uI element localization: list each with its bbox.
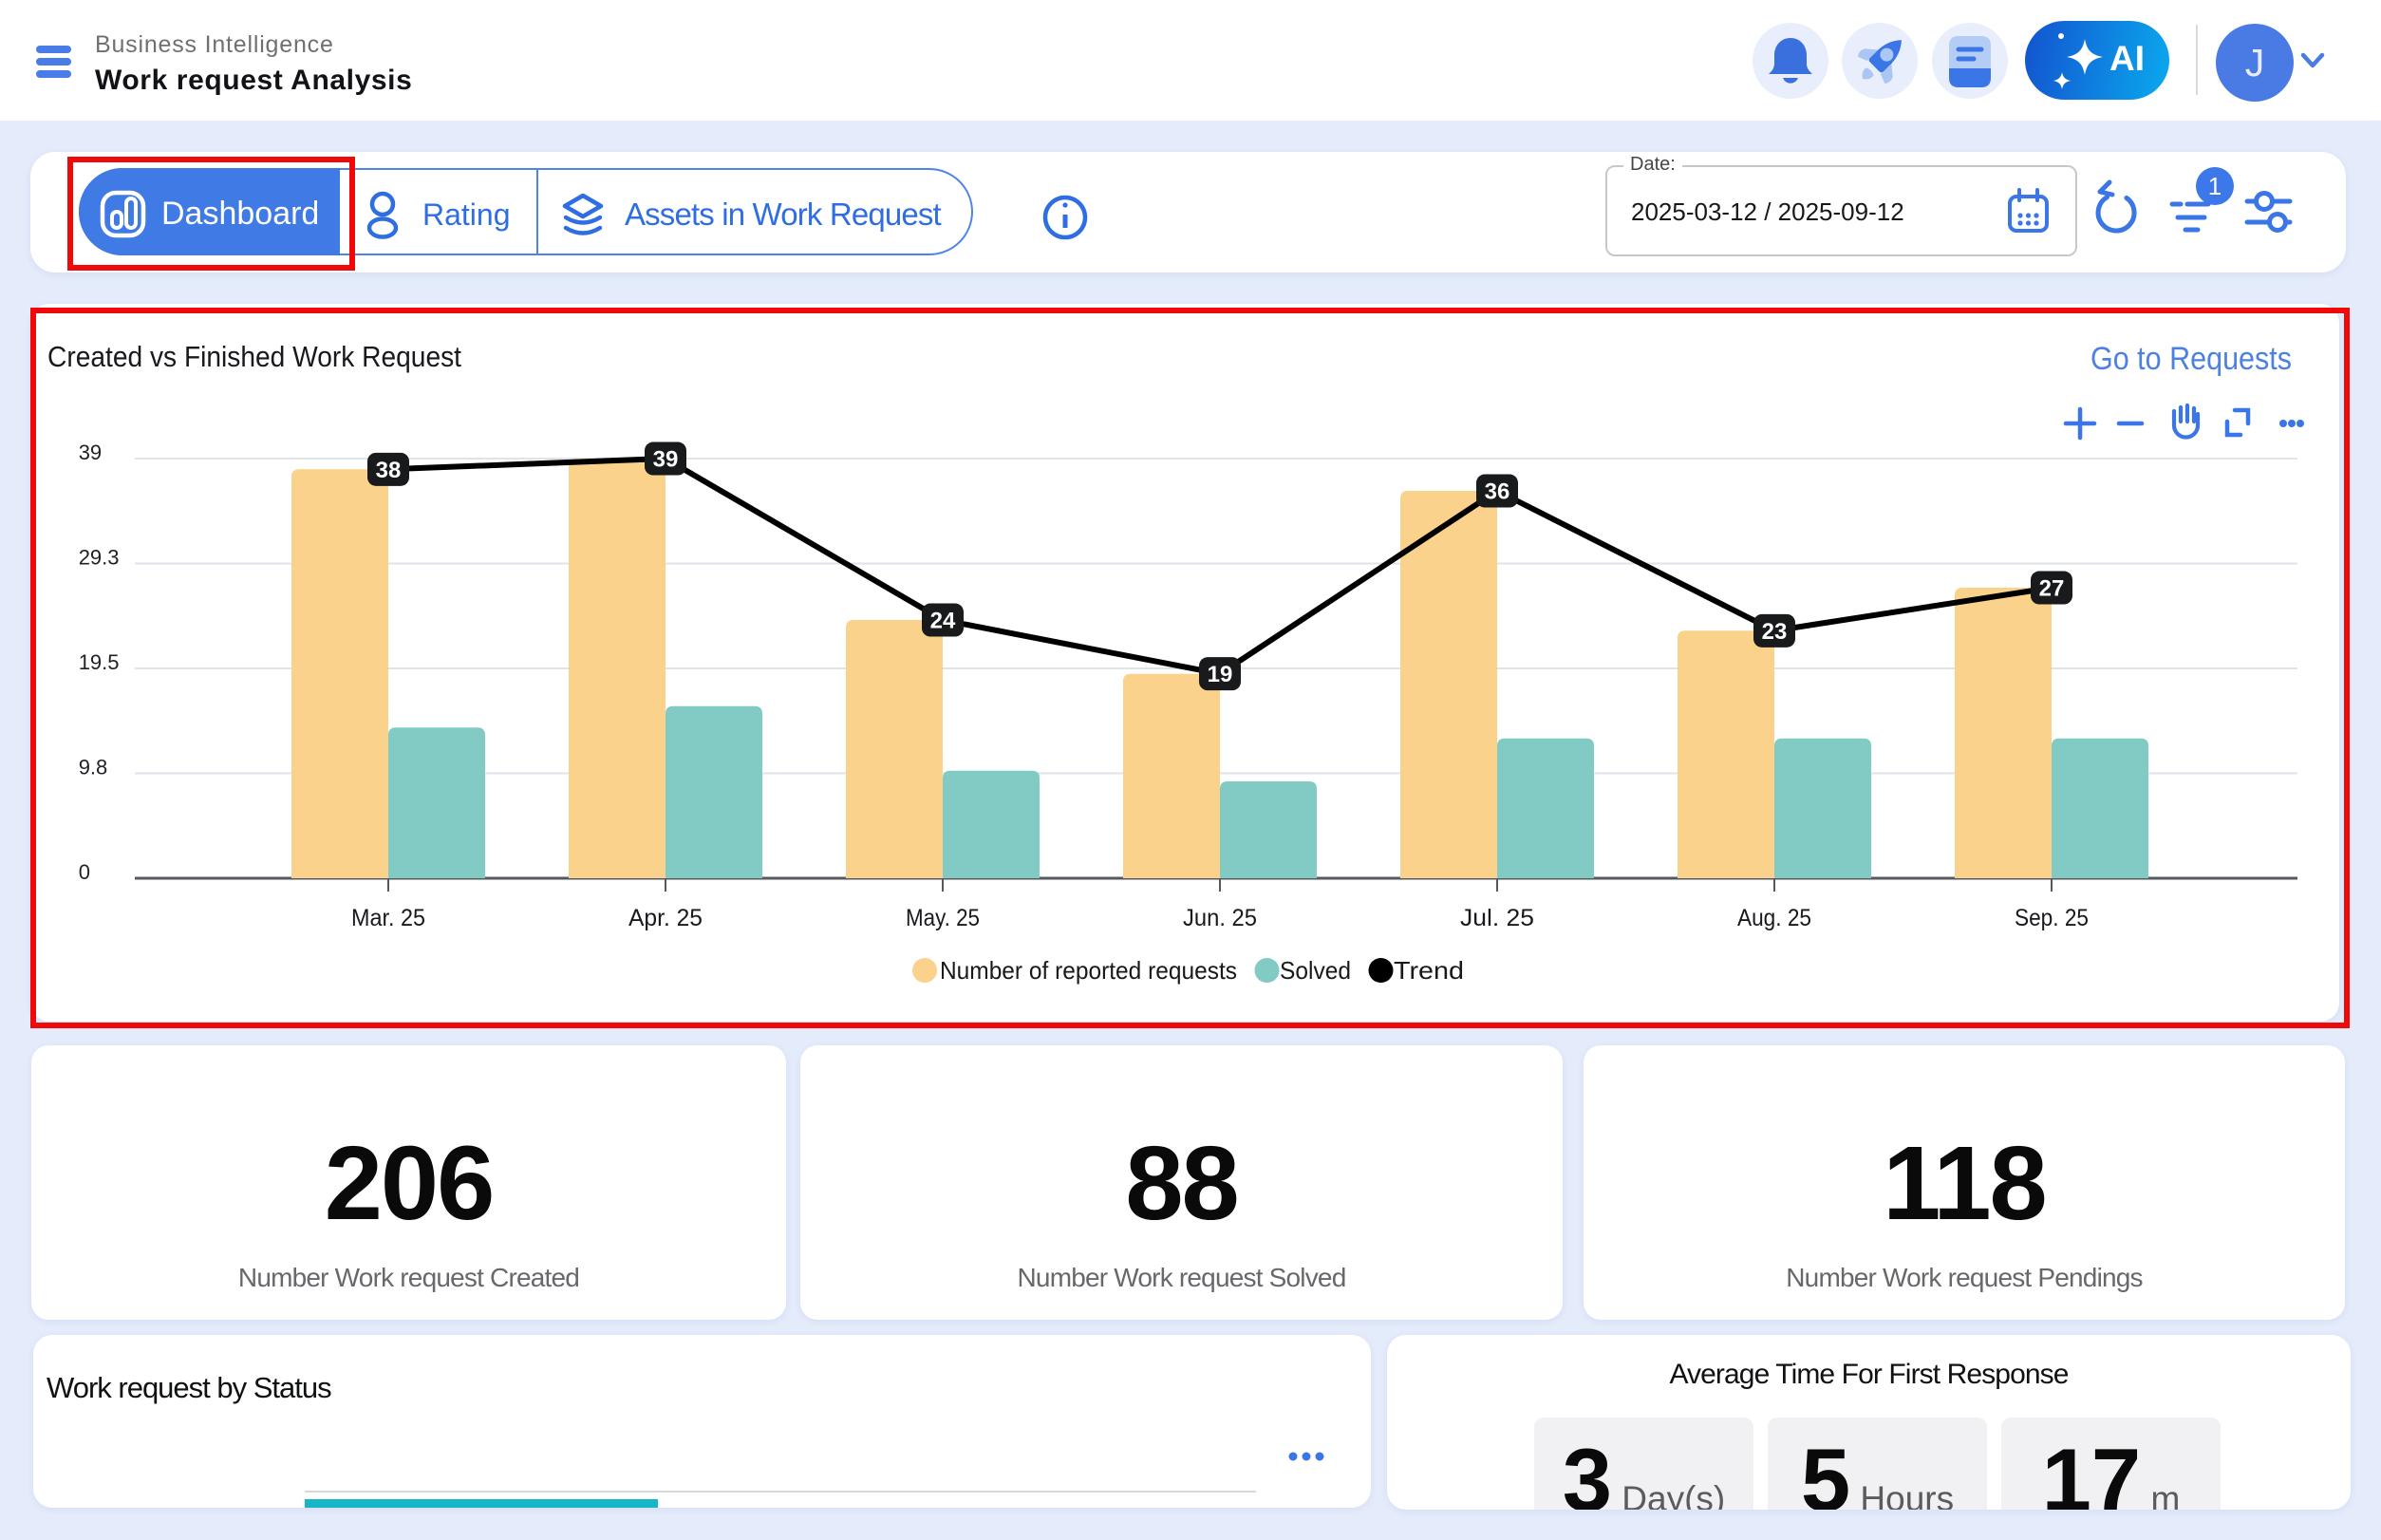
svg-text:1: 1 <box>2208 172 2222 200</box>
